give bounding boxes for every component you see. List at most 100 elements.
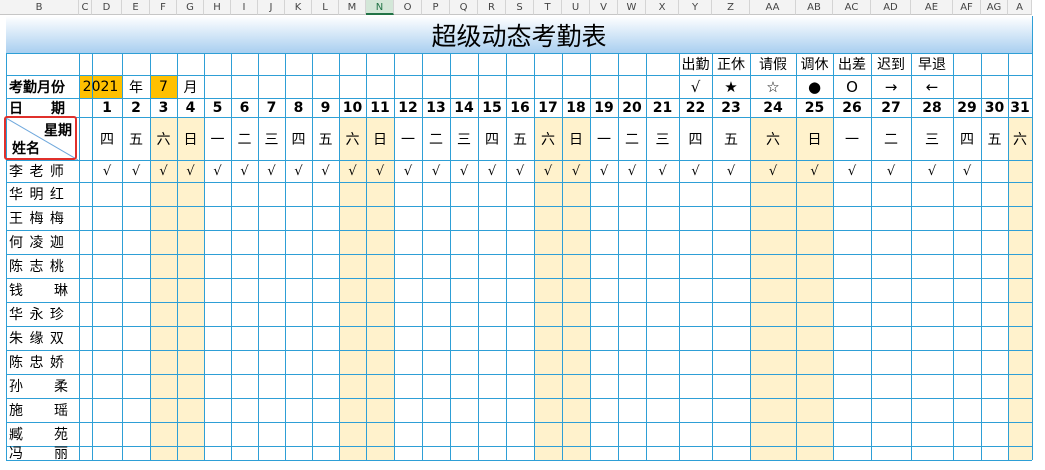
column-header-l[interactable]: L [312,0,339,15]
attendance-mark[interactable]: √ [679,160,712,182]
day-number[interactable]: 11 [366,98,394,117]
attendance-mark[interactable]: √ [871,160,911,182]
weekday-cell[interactable]: 二 [422,117,450,160]
employee-name[interactable]: 陈 志 桃 [6,254,82,278]
weekday-cell[interactable]: 日 [366,117,394,160]
column-header-e[interactable]: E [122,0,150,15]
column-header-r[interactable]: R [478,0,506,15]
day-number[interactable]: 3 [150,98,177,117]
attendance-mark[interactable]: √ [506,160,534,182]
attendance-mark[interactable]: √ [750,160,796,182]
column-header-ae[interactable]: AE [911,0,953,15]
day-number[interactable]: 28 [911,98,953,117]
weekday-cell[interactable]: 六 [534,117,562,160]
column-header-af[interactable]: AF [953,0,981,15]
column-header-ad[interactable]: AD [871,0,911,15]
weekday-cell[interactable]: 日 [796,117,833,160]
column-header-u[interactable]: U [562,0,590,15]
attendance-mark[interactable]: √ [646,160,679,182]
column-header-p[interactable]: P [422,0,450,15]
employee-name[interactable]: 何 凌 迦 [6,230,82,254]
weekday-cell[interactable]: 六 [750,117,796,160]
day-number[interactable]: 27 [871,98,911,117]
weekday-cell[interactable]: 二 [618,117,646,160]
day-number[interactable]: 17 [534,98,562,117]
attendance-mark[interactable]: √ [312,160,339,182]
weekday-cell[interactable]: 日 [177,117,204,160]
day-number[interactable]: 18 [562,98,590,117]
day-number[interactable]: 5 [204,98,231,117]
day-number[interactable]: 31 [1008,98,1032,117]
column-header-g[interactable]: G [177,0,204,15]
column-header-o[interactable]: O [394,0,422,15]
attendance-mark[interactable]: √ [833,160,871,182]
weekday-cell[interactable]: 一 [394,117,422,160]
attendance-mark[interactable]: √ [285,160,312,182]
weekday-cell[interactable]: 一 [833,117,871,160]
weekday-cell[interactable]: 六 [339,117,366,160]
column-header-q[interactable]: Q [450,0,478,15]
attendance-mark[interactable]: √ [92,160,122,182]
day-number[interactable]: 26 [833,98,871,117]
attendance-mark[interactable]: √ [122,160,150,182]
employee-name[interactable]: 孙 柔 [6,374,82,398]
weekday-cell[interactable]: 六 [1008,117,1032,160]
day-number[interactable]: 29 [953,98,981,117]
weekday-cell[interactable]: 三 [911,117,953,160]
attendance-mark[interactable]: √ [534,160,562,182]
weekday-cell[interactable]: 六 [150,117,177,160]
weekday-cell[interactable]: 四 [953,117,981,160]
column-header-n[interactable]: N [366,0,394,15]
weekday-cell[interactable]: 四 [92,117,122,160]
attendance-mark[interactable]: √ [911,160,953,182]
day-number[interactable]: 25 [796,98,833,117]
weekday-cell[interactable]: 五 [712,117,750,160]
column-header-k[interactable]: K [285,0,312,15]
attendance-mark[interactable]: √ [422,160,450,182]
column-header-f[interactable]: F [150,0,177,15]
day-number[interactable]: 8 [285,98,312,117]
column-header-c[interactable]: C [79,0,92,15]
employee-name[interactable]: 华 明 红 [6,182,82,206]
column-header-ac[interactable]: AC [833,0,871,15]
day-number[interactable]: 9 [312,98,339,117]
weekday-cell[interactable]: 一 [204,117,231,160]
weekday-cell[interactable]: 二 [231,117,258,160]
weekday-cell[interactable]: 四 [478,117,506,160]
attendance-mark[interactable]: √ [618,160,646,182]
employee-name[interactable]: 王 梅 梅 [6,206,82,230]
employee-name[interactable]: 朱 缘 双 [6,326,82,350]
attendance-mark[interactable]: √ [796,160,833,182]
weekday-cell[interactable]: 五 [506,117,534,160]
column-header-ab[interactable]: AB [796,0,833,15]
column-header-v[interactable]: V [590,0,618,15]
weekday-cell[interactable]: 三 [450,117,478,160]
day-number[interactable]: 16 [506,98,534,117]
day-number[interactable]: 23 [712,98,750,117]
attendance-mark[interactable]: √ [450,160,478,182]
attendance-mark[interactable]: √ [339,160,366,182]
attendance-mark[interactable]: √ [394,160,422,182]
weekday-cell[interactable]: 四 [679,117,712,160]
day-number[interactable]: 2 [122,98,150,117]
column-header-b[interactable]: B [0,0,79,15]
day-number[interactable]: 22 [679,98,712,117]
employee-name[interactable]: 陈 忠 娇 [6,350,82,374]
day-number[interactable]: 21 [646,98,679,117]
attendance-mark[interactable]: √ [258,160,285,182]
column-header-j[interactable]: J [258,0,285,15]
column-header-z[interactable]: Z [712,0,750,15]
day-number[interactable]: 13 [422,98,450,117]
weekday-cell[interactable]: 五 [122,117,150,160]
column-header-a[interactable]: A [1008,0,1032,15]
day-number[interactable]: 30 [981,98,1008,117]
column-header-w[interactable]: W [618,0,646,15]
day-number[interactable]: 6 [231,98,258,117]
day-number[interactable]: 4 [177,98,204,117]
sheet-title[interactable]: 超级动态考勤表 [6,16,1032,53]
year-value[interactable]: 2021 [79,75,122,98]
weekday-cell[interactable]: 二 [871,117,911,160]
attendance-mark[interactable]: √ [712,160,750,182]
column-header-t[interactable]: T [534,0,562,15]
weekday-cell[interactable]: 四 [285,117,312,160]
